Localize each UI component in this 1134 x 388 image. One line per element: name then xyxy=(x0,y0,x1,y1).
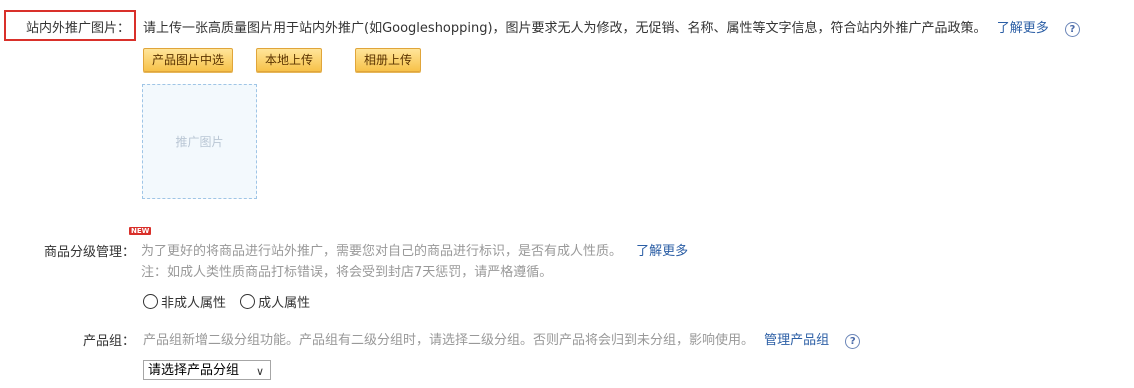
product-group-description: 产品组新增二级分组功能。产品组有二级分组时，请选择二级分组。否则产品将会归到未分… xyxy=(143,329,861,349)
radio-adult[interactable]: 成人属性 xyxy=(240,294,310,311)
help-icon[interactable]: ? xyxy=(845,334,861,349)
select-from-product-images-button[interactable]: 产品图片中选 xyxy=(143,48,234,72)
radio-adult-label[interactable]: 成人属性 xyxy=(258,296,310,311)
grading-learn-more-link[interactable]: 了解更多 xyxy=(636,244,688,259)
chevron-down-icon: ∨ xyxy=(255,365,264,378)
grading-label: 商品分级管理： xyxy=(43,245,135,260)
radio-circle-icon[interactable] xyxy=(143,294,158,309)
product-group-select-value: 请选择产品分组 xyxy=(148,363,240,378)
help-icon[interactable]: ? xyxy=(1064,22,1080,37)
radio-non-adult-label[interactable]: 非成人属性 xyxy=(161,296,226,311)
product-group-desc-text: 产品组新增二级分组功能。产品组有二级分组时，请选择二级分组。否则产品将会归到未分… xyxy=(143,333,755,348)
new-badge: NEW xyxy=(129,227,152,235)
promo-image-description: 请上传一张高质量图片用于站内外推广(如Googleshopping)，图片要求无… xyxy=(143,17,1080,37)
radio-circle-icon[interactable] xyxy=(240,294,256,309)
promo-image-placeholder: 推广图片 xyxy=(175,135,224,149)
album-upload-button[interactable]: 相册上传 xyxy=(355,48,422,72)
grading-description: 为了更好的将商品进行站外推广，需要您对自己的商品进行标识，是否有成人性质。 了解… xyxy=(141,240,688,259)
local-upload-button[interactable]: 本地上传 xyxy=(256,48,323,72)
product-group-label: 产品组： xyxy=(82,334,135,349)
radio-non-adult[interactable]: 非成人属性 xyxy=(143,294,230,311)
promo-image-label: 站内外推广图片： xyxy=(25,21,130,36)
promo-image-dropzone[interactable]: 推广图片 xyxy=(142,84,257,199)
grading-options: 非成人属性 成人属性 xyxy=(143,292,310,311)
grading-note: 注：如成人类性质商品打标错误，将会受到封店7天惩罚，请严格遵循。 xyxy=(141,265,553,280)
grading-desc-text: 为了更好的将商品进行站外推广，需要您对自己的商品进行标识，是否有成人性质。 xyxy=(141,244,623,259)
product-group-select[interactable]: 请选择产品分组 ∨ xyxy=(143,360,271,380)
manage-product-group-link[interactable]: 管理产品组 xyxy=(764,333,829,348)
promo-image-desc-text: 请上传一张高质量图片用于站内外推广(如Googleshopping)，图片要求无… xyxy=(143,21,987,36)
promo-image-learn-more-link[interactable]: 了解更多 xyxy=(997,21,1049,36)
